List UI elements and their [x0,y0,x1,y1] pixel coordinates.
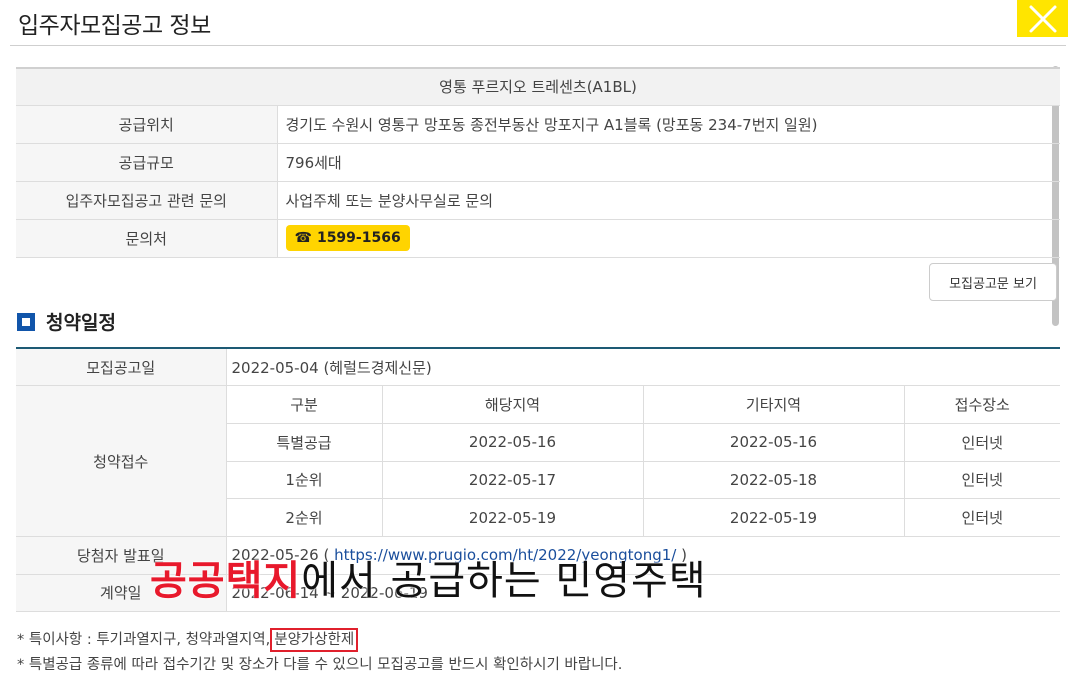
price-cap-highlight: 분양가상한제 [270,628,359,652]
note-special-supply: * 특별공급 종류에 따라 접수기간 및 장소가 다를 수 있으니 모집공고를 … [17,657,623,673]
section-title: 청약일정 [46,312,116,334]
table-row: 공급위치 경기도 수원시 영통구 망포동 종전부동산 망포지구 A1블록 (망포… [16,105,1061,144]
table-row: 공급규모 796세대 [16,143,1061,182]
close-button[interactable] [1017,0,1068,37]
column-header: 접수장소 [904,385,1060,424]
announcement-value: 2022-05-04 (헤럴드경제신문) [226,348,1060,387]
supply-scale-value: 796세대 [277,143,1061,182]
table-row: 입주자모집공고 관련 문의 사업주체 또는 분양사무실로 문의 [16,181,1061,220]
contact-cell: ☎ 1599-1566 [277,219,1061,258]
table-cell: 2022-05-19 [643,498,905,537]
title-divider [10,45,1066,46]
note-special: * 특이사항 : 투기과열지구, 청약과열지역, 분양가상한제 [17,628,359,652]
complex-name: 영통 푸르지오 트레센츠(A1BL) [16,68,1061,106]
section-square-icon [17,312,35,331]
table-cell: 인터넷 [904,461,1060,500]
supply-scale-label: 공급규모 [16,143,278,182]
table-cell: 2022-05-19 [382,498,644,537]
inquiry-value: 사업주체 또는 분양사무실로 문의 [277,181,1061,220]
caption-black: 에서 공급하는 민영주택 [301,558,707,604]
note-special-prefix: * 특이사항 : 투기과열지구, 청약과열지역, [17,632,271,648]
table-cell: 2순위 [226,498,383,537]
supply-location-label: 공급위치 [16,105,278,144]
table-row: 문의처 ☎ 1599-1566 [16,219,1061,258]
table-cell: 2022-05-18 [643,461,905,500]
table-row: 모집공고일 2022-05-04 (헤럴드경제신문) [16,348,1060,387]
close-icon [1029,5,1056,32]
announcement-label: 모집공고일 [16,348,227,387]
table-row: 청약접수 구분 해당지역 기타지역 접수장소 [16,385,1060,537]
page-title: 입주자모집공고 정보 [18,13,211,39]
column-header: 기타지역 [643,385,905,424]
caption-overlay: 공공택지에서 공급하는 민영주택 [150,561,707,601]
phone-badge[interactable]: ☎ 1599-1566 [285,225,410,251]
column-header: 해당지역 [382,385,644,424]
table-cell: 2022-05-16 [643,423,905,462]
inquiry-label: 입주자모집공고 관련 문의 [16,181,278,220]
table-cell: 1순위 [226,461,383,500]
table-cell: 인터넷 [904,423,1060,462]
supply-info-table: 영통 푸르지오 트레센츠(A1BL) 공급위치 경기도 수원시 영통구 망포동 … [16,67,1061,258]
contact-label: 문의처 [16,219,278,258]
table-cell: 2022-05-16 [382,423,644,462]
column-header: 구분 [226,385,383,424]
phone-number: 1599-1566 [316,230,401,246]
table-row: 영통 푸르지오 트레센츠(A1BL) [16,68,1061,106]
supply-location-value: 경기도 수원시 영통구 망포동 종전부동산 망포지구 A1블록 (망포동 234… [277,105,1061,144]
caption-red: 공공택지 [150,558,302,604]
table-cell: 2022-05-17 [382,461,644,500]
view-notice-button[interactable]: 모집공고문 보기 [929,263,1057,301]
table-cell: 특별공급 [226,423,383,462]
table-cell: 인터넷 [904,498,1060,537]
schedule-section-header: 청약일정 [17,308,116,335]
phone-icon: ☎ [294,230,312,246]
application-label: 청약접수 [16,385,227,537]
